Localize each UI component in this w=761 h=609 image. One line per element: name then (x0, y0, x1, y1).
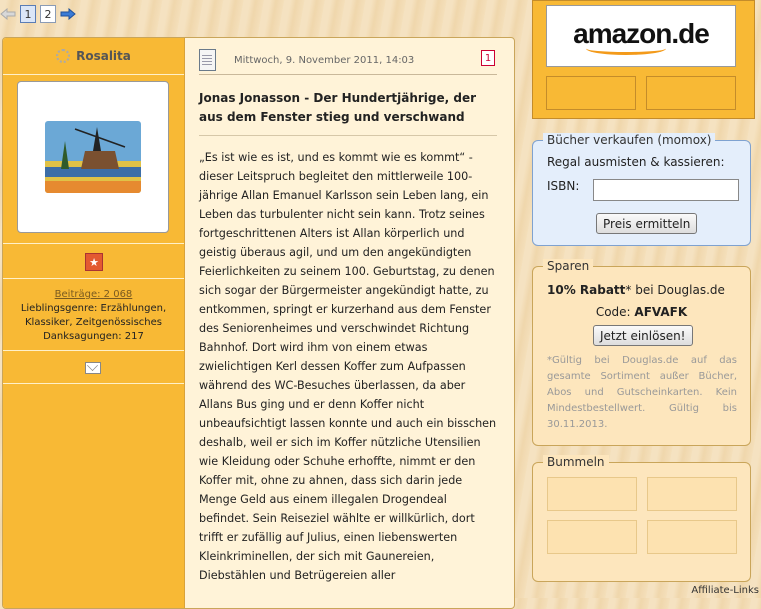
coupon-code-label: Code: (595, 305, 635, 319)
discount-amount: 10% Rabatt (547, 283, 626, 297)
post-content: Mittwoch, 9. November 2011, 14:03 1 Jona… (199, 46, 497, 585)
sparen-legend: Sparen (543, 259, 594, 273)
rank-star-icon: ★ (85, 253, 103, 271)
next-page-icon[interactable] (60, 7, 76, 21)
post-number-link[interactable]: 1 (481, 50, 495, 66)
divider (3, 243, 184, 244)
post-date: Mittwoch, 9. November 2011, 14:03 (234, 54, 415, 66)
post-title: Jonas Jonasson - Der Hundertjährige, der… (199, 89, 497, 136)
momox-text: Regal ausmisten & kassieren: (547, 155, 725, 169)
ad-slot[interactable] (647, 477, 737, 511)
forum-post: Rosalita ★ Beiträge: 2 068 Lieblingsgenr… (2, 37, 515, 609)
posts-count-link[interactable]: Beiträge: 2 068 (3, 288, 184, 302)
page-link-2[interactable]: 2 (40, 5, 56, 23)
discount-text: 10% Rabatt* bei Douglas.de (547, 283, 725, 297)
bummeln-legend: Bummeln (543, 455, 609, 469)
coupon-code-value: AFVAFK (634, 305, 688, 319)
author-header: Rosalita (3, 38, 184, 75)
page-link-1[interactable]: 1 (20, 5, 36, 23)
redeem-button[interactable]: Jetzt einlösen! (593, 325, 693, 346)
mail-icon[interactable] (85, 362, 101, 374)
avatar (17, 81, 169, 233)
ad-block: amazon.de (532, 0, 755, 119)
author-stats: Beiträge: 2 068 Lieblingsgenre: Erzählun… (3, 288, 184, 344)
ad-slot[interactable] (647, 520, 737, 554)
right-sidebar: amazon.de Bücher verkaufen (momox) Regal… (522, 0, 761, 582)
momox-box: Bücher verkaufen (momox) Regal ausmisten… (532, 133, 751, 246)
affiliate-links-label: Affiliate-Links (691, 585, 759, 596)
divider (3, 383, 184, 384)
sparen-box: Sparen 10% Rabatt* bei Douglas.de Code: … (532, 259, 751, 446)
avatar-image (45, 121, 141, 193)
favorite-genres: Lieblingsgenre: Erzählungen, Klassiker, … (20, 303, 167, 328)
isbn-label: ISBN: (547, 179, 580, 193)
post-header: Mittwoch, 9. November 2011, 14:03 1 (199, 46, 497, 75)
bummeln-box: Bummeln (532, 455, 751, 582)
divider (3, 350, 184, 351)
thanks-count: Danksagungen: 217 (43, 331, 144, 342)
amazon-banner[interactable]: amazon.de (546, 5, 736, 67)
ad-slot[interactable] (646, 76, 736, 110)
pagination: 1 2 (0, 4, 76, 24)
discount-note: *Gültig bei Douglas.de auf das gesamte S… (547, 355, 737, 430)
author-sidebar: Rosalita ★ Beiträge: 2 068 Lieblingsgenr… (3, 38, 185, 608)
discount-suffix: * bei Douglas.de (625, 283, 725, 297)
ad-slot[interactable] (547, 477, 637, 511)
amazon-smile-icon (586, 42, 666, 55)
divider (3, 278, 184, 279)
ad-slot[interactable] (546, 76, 636, 110)
coupon-code: Code: AFVAFK (533, 305, 750, 319)
ad-slot[interactable] (547, 520, 637, 554)
isbn-input[interactable] (593, 179, 739, 201)
prev-page-icon[interactable] (0, 7, 16, 21)
online-status-icon (56, 49, 71, 63)
document-icon (199, 49, 216, 71)
momox-legend: Bücher verkaufen (momox) (543, 133, 716, 147)
author-name[interactable]: Rosalita (76, 49, 131, 63)
price-check-button[interactable]: Preis ermitteln (596, 213, 698, 234)
post-body: „Es ist wie es ist, und es kommt wie es … (199, 151, 497, 582)
